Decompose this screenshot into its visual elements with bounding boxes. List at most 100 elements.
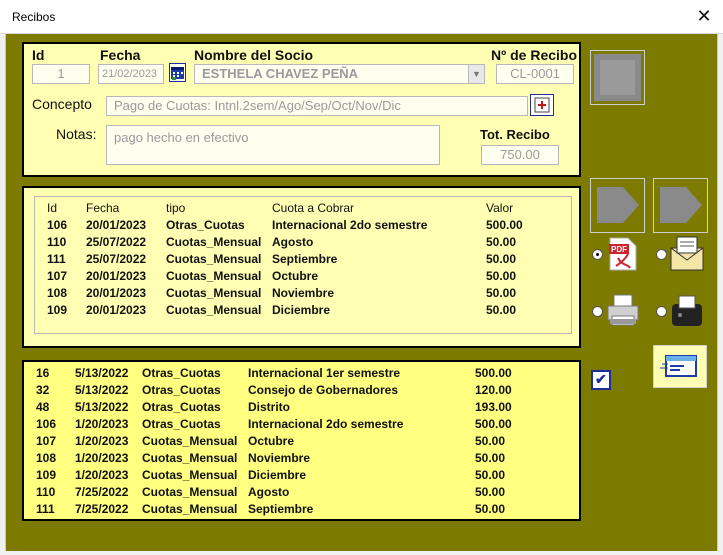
radio-pdf[interactable] — [592, 249, 603, 260]
recibo-field[interactable]: CL-0001 — [496, 64, 574, 84]
cell-cuota: Agosto — [272, 235, 314, 249]
selected-items-panel: Id Fecha tipo Cuota a Cobrar Valor 106 20… — [22, 186, 581, 348]
radio-print[interactable] — [592, 306, 603, 317]
cell-id: 109 — [36, 468, 57, 482]
col-header-fecha: Fecha — [86, 201, 120, 215]
fecha-field[interactable]: 21/02/2023 — [98, 64, 164, 84]
pdf-icon[interactable]: PDF — [608, 236, 638, 272]
cell-id: 108 — [47, 286, 68, 300]
table-row[interactable]: 107 20/01/2023 Cuotas_Mensual Octubre 50.00 — [43, 269, 563, 286]
cell-fecha: 5/13/2022 — [75, 400, 129, 414]
cell-valor: 500.00 — [486, 218, 523, 232]
close-icon[interactable]: ✕ — [693, 5, 715, 27]
cell-tipo: Cuotas_Mensual — [142, 451, 238, 465]
cell-tipo: Cuotas_Mensual — [142, 434, 238, 448]
cell-cuota: Noviembre — [248, 451, 311, 465]
cell-cuota: Consejo de Gobernadores — [248, 383, 399, 397]
table-row[interactable]: 109 20/01/2023 Cuotas_Mensual Diciembre 50.0… — [43, 303, 563, 320]
cell-id: 48 — [36, 400, 50, 414]
recibo-label: Nº de Recibo — [491, 47, 578, 63]
window-title: Recibos — [12, 10, 56, 24]
form-body: Id 1 Fecha 21/02/2023 Nombre del Socio E… — [6, 34, 717, 551]
list-item[interactable]: 32 5/13/2022 Otras_Cuotas Consejo de Gobern… — [32, 383, 572, 400]
col-header-tipo: tipo — [166, 201, 186, 215]
receipt-printer-icon[interactable] — [668, 292, 706, 330]
concepto-field[interactable]: Pago de Cuotas: Intnl.2sem/Ago/Sep/Oct/N… — [106, 96, 528, 116]
cell-valor: 50.00 — [486, 252, 517, 266]
cell-tipo: Otras_Cuotas — [142, 383, 221, 397]
cell-tipo: Cuotas_Mensual — [166, 269, 262, 283]
table-row[interactable]: 106 20/01/2023 Otras_Cuotas Internacional 2… — [43, 218, 563, 235]
cell-fecha: 5/13/2022 — [75, 383, 129, 397]
socio-select[interactable]: ESTHELA CHAVEZ PEÑA ▼ — [194, 64, 485, 84]
window-frame-bottom — [0, 551, 723, 555]
selected-items-listbox[interactable]: Id Fecha tipo Cuota a Cobrar Valor 106 20… — [34, 196, 572, 334]
cell-id: 110 — [36, 485, 56, 499]
cell-fecha: 20/01/2023 — [86, 218, 147, 232]
list-item[interactable]: 109 1/20/2023 Cuotas_Mensual Diciembre 50.00 — [32, 468, 572, 485]
select-items-button[interactable] — [530, 94, 554, 116]
id-field[interactable]: 1 — [32, 64, 90, 84]
cell-valor: 50.00 — [486, 269, 517, 283]
list-item[interactable]: 106 1/20/2023 Otras_Cuotas Internacional 2d… — [32, 417, 572, 434]
chevron-down-icon[interactable]: ▼ — [468, 65, 484, 83]
id-label: Id — [32, 47, 45, 63]
cell-cuota: Agosto — [248, 485, 290, 499]
cell-cuota: Octubre — [272, 269, 319, 283]
table-header: Id Fecha tipo Cuota a Cobrar Valor — [43, 201, 563, 218]
list-item[interactable]: 108 1/20/2023 Cuotas_Mensual Noviembre 50.00 — [32, 451, 572, 468]
cell-cuota: Internacional 1er semestre — [248, 366, 401, 380]
include-checkbox[interactable]: ✔ — [591, 370, 611, 390]
notas-label: Notas: — [56, 126, 97, 142]
list-item[interactable]: 111 7/25/2022 Cuotas_Mensual Septiembre 50.0… — [32, 502, 572, 519]
cell-tipo: Otras_Cuotas — [166, 218, 245, 232]
col-header-valor: Valor — [486, 201, 514, 215]
tot-recibo-field[interactable]: 750.00 — [481, 145, 559, 165]
cell-fecha: 20/01/2023 — [86, 286, 147, 300]
tot-recibo-label: Tot. Recibo — [480, 127, 550, 142]
next-receipt-button[interactable] — [653, 178, 708, 233]
cell-id: 111 — [47, 252, 66, 266]
list-item[interactable]: 110 7/25/2022 Cuotas_Mensual Agosto 50.00 — [32, 485, 572, 502]
cell-cuota: Internacional 2do semestre — [272, 218, 428, 232]
cell-fecha: 1/20/2023 — [75, 468, 129, 482]
radio-receipt-printer[interactable] — [656, 306, 667, 317]
title-bar: Recibos ✕ — [0, 0, 723, 34]
cell-fecha: 7/25/2022 — [75, 502, 129, 516]
notas-field[interactable]: pago hecho en efectivo — [106, 125, 440, 165]
cell-valor: 50.00 — [475, 502, 506, 516]
cell-valor: 50.00 — [486, 303, 517, 317]
list-item[interactable]: 16 5/13/2022 Otras_Cuotas Internacional 1er… — [32, 366, 572, 383]
mail-icon[interactable] — [668, 234, 706, 274]
receipt-list-button[interactable] — [653, 345, 707, 388]
printer-icon[interactable] — [606, 292, 640, 328]
pending-items-panel: 16 5/13/2022 Otras_Cuotas Internacional 1er… — [22, 360, 581, 521]
radio-mail[interactable] — [656, 249, 667, 260]
col-header-cuota: Cuota a Cobrar — [272, 201, 355, 215]
cell-cuota: Internacional 2do semestre — [248, 417, 404, 431]
cell-id: 16 — [36, 366, 50, 380]
cell-cuota: Diciembre — [272, 303, 331, 317]
forward-arrow-icon — [597, 187, 639, 223]
save-receipt-button[interactable] — [590, 178, 645, 233]
pending-items-table[interactable]: 16 5/13/2022 Otras_Cuotas Internacional 1er… — [32, 366, 572, 519]
table-row[interactable]: 110 25/07/2022 Cuotas_Mensual Agosto 50.00 — [43, 235, 563, 252]
cell-fecha: 20/01/2023 — [86, 269, 147, 283]
calendar-icon[interactable] — [169, 63, 186, 82]
cell-tipo: Cuotas_Mensual — [166, 252, 262, 266]
add-member-button[interactable] — [590, 50, 645, 105]
cell-tipo: Otras_Cuotas — [142, 400, 221, 414]
table-row[interactable]: 108 20/01/2023 Cuotas_Mensual Noviembre 50.0… — [43, 286, 563, 303]
cell-tipo: Cuotas_Mensual — [142, 468, 238, 482]
user-placeholder-icon — [594, 54, 641, 101]
cell-valor: 500.00 — [475, 366, 512, 380]
socio-label: Nombre del Socio — [194, 47, 314, 63]
cell-valor: 50.00 — [475, 434, 506, 448]
list-item[interactable]: 107 1/20/2023 Cuotas_Mensual Octubre 50.00 — [32, 434, 572, 451]
forward-arrow-icon — [660, 187, 702, 223]
cell-id: 106 — [47, 218, 68, 232]
table-row[interactable]: 111 25/07/2022 Cuotas_Mensual Septiembre 50.… — [43, 252, 563, 269]
list-item[interactable]: 48 5/13/2022 Otras_Cuotas Distrito 193.00 — [32, 400, 572, 417]
cell-fecha: 1/20/2023 — [75, 434, 129, 448]
cell-tipo: Cuotas_Mensual — [166, 286, 262, 300]
